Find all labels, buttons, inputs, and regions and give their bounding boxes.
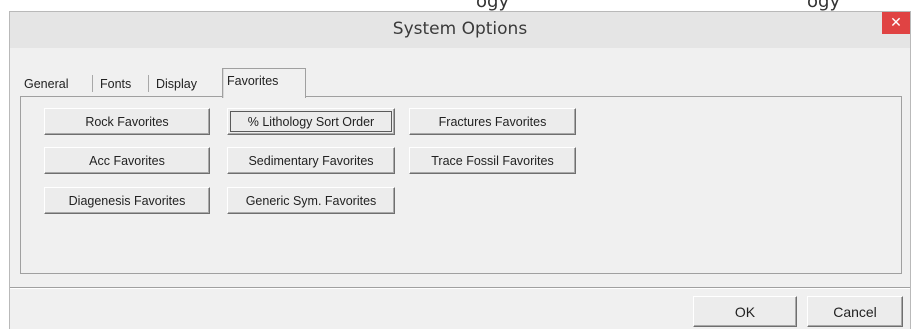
- tab-general[interactable]: General: [20, 72, 72, 97]
- tab-display[interactable]: Display: [152, 72, 201, 97]
- dialog-client-area: General Fonts Display Favorites Rock Fav…: [10, 48, 910, 329]
- generic-sym-favorites-button[interactable]: Generic Sym. Favorites: [227, 187, 395, 214]
- rock-favorites-button[interactable]: Rock Favorites: [44, 108, 210, 135]
- tab-separator: [92, 75, 93, 92]
- acc-favorites-button[interactable]: Acc Favorites: [44, 147, 210, 174]
- lithology-sort-order-button[interactable]: % Lithology Sort Order: [227, 108, 395, 135]
- fractures-favorites-button[interactable]: Fractures Favorites: [409, 108, 576, 135]
- footer-divider: [10, 287, 910, 289]
- sedimentary-favorites-button[interactable]: Sedimentary Favorites: [227, 147, 395, 174]
- tab-favorites[interactable]: Favorites: [222, 68, 306, 98]
- tab-fonts[interactable]: Fonts: [96, 72, 135, 97]
- system-options-dialog: System Options ✕ General Fonts Display F…: [9, 11, 911, 329]
- tab-separator: [148, 75, 149, 92]
- window-title: System Options: [392, 19, 528, 39]
- close-icon: ✕: [890, 15, 902, 31]
- ok-button[interactable]: OK: [693, 296, 797, 327]
- close-button[interactable]: ✕: [882, 12, 910, 34]
- diagenesis-favorites-button[interactable]: Diagenesis Favorites: [44, 187, 210, 214]
- cancel-button[interactable]: Cancel: [807, 296, 903, 327]
- trace-fossil-favorites-button[interactable]: Trace Fossil Favorites: [409, 147, 576, 174]
- favorites-panel: Rock Favorites % Lithology Sort Order Fr…: [20, 96, 902, 274]
- title-bar[interactable]: System Options ✕: [10, 12, 910, 48]
